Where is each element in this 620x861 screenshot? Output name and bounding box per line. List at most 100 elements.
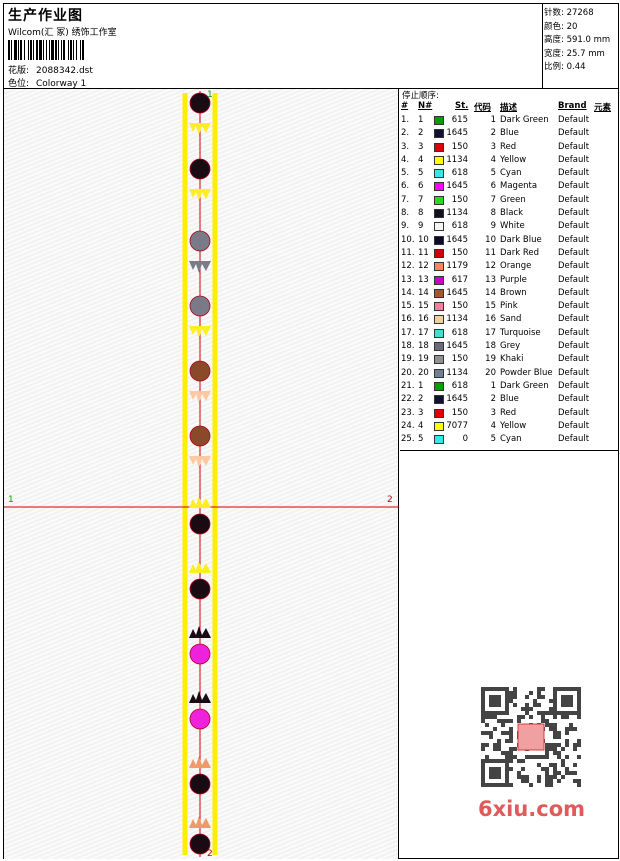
row-needle: 10 <box>418 234 429 245</box>
row-description: Red <box>500 141 517 152</box>
row-stitches: 617 <box>451 274 468 285</box>
row-description: Purple <box>500 274 527 285</box>
qr-module <box>481 743 485 747</box>
color-swatch <box>434 222 444 232</box>
pineapple-body <box>189 158 211 180</box>
qr-module <box>553 727 557 731</box>
spec-colors: 颜色: 20 <box>544 21 578 32</box>
qr-module <box>565 739 569 743</box>
qr-module <box>577 739 581 743</box>
barcode-bar <box>36 40 38 60</box>
colorway-line: 色位: Colorway 1 <box>8 76 86 89</box>
color-swatch <box>434 209 444 219</box>
colorway-value: Colorway 1 <box>36 79 87 89</box>
color-swatch <box>434 328 444 338</box>
row-stitches: 618 <box>451 168 468 179</box>
row-code: 7 <box>490 194 496 205</box>
row-description: Green <box>500 194 526 205</box>
row-stitches: 1134 <box>446 314 468 325</box>
row-brand: Default <box>558 407 590 418</box>
row-stitches: 150 <box>451 247 468 258</box>
pineapple-icon <box>189 691 211 730</box>
color-row: 24. 4 7077 4 Yellow Default <box>400 421 618 434</box>
qr-module <box>565 743 569 747</box>
qr-module <box>497 719 501 723</box>
qr-module <box>481 731 485 735</box>
qr-module <box>553 723 557 727</box>
row-code: 8 <box>490 208 496 219</box>
qr-module <box>577 743 581 747</box>
qr-module <box>541 715 545 719</box>
row-code: 19 <box>485 354 496 365</box>
qr-module <box>521 767 525 771</box>
barcode-bar <box>39 40 42 60</box>
row-brand: Default <box>558 181 590 192</box>
qr-module <box>545 767 549 771</box>
row-stitches: 615 <box>451 115 468 125</box>
colorway-label: 色位: <box>8 79 30 89</box>
qr-module <box>493 715 497 719</box>
row-needle: 4 <box>418 154 424 165</box>
row-brand: Default <box>558 301 590 312</box>
row-code: 3 <box>490 407 496 418</box>
pineapple-body <box>189 513 211 535</box>
col-element: 元素 <box>594 103 612 113</box>
qr-module <box>501 719 505 723</box>
pineapple-body <box>189 230 211 252</box>
row-description: Turquoise <box>500 327 541 338</box>
qr-module <box>549 711 553 715</box>
qr-module <box>577 783 581 787</box>
qr-module <box>525 775 529 779</box>
qr-module <box>565 715 569 719</box>
spec-width: 宽度: 25.7 mm <box>544 48 605 59</box>
color-row: 14. 14 1645 14 Brown Default <box>400 288 618 301</box>
qr-module <box>549 775 553 779</box>
qr-module <box>553 735 557 739</box>
color-row: 7. 7 150 7 Green Default <box>400 195 618 208</box>
qr-module <box>509 695 513 699</box>
row-brand: Default <box>558 208 590 219</box>
row-index: 25. <box>401 434 415 445</box>
row-description: Khaki <box>500 354 524 365</box>
color-row: 11. 11 150 11 Dark Red Default <box>400 248 618 261</box>
row-brand: Default <box>558 261 590 272</box>
row-index: 8. <box>401 208 410 219</box>
qr-module <box>501 731 505 735</box>
barcode-bar <box>70 40 72 60</box>
barcode-bar <box>55 40 57 60</box>
qr-module <box>549 763 553 767</box>
row-index: 10. <box>401 234 415 245</box>
qr-module <box>501 751 505 755</box>
qr-module <box>565 731 569 735</box>
qr-module <box>509 691 513 695</box>
color-row: 5. 5 618 5 Cyan Default <box>400 168 618 181</box>
pineapple-body <box>189 295 211 317</box>
qr-module <box>553 767 557 771</box>
row-brand: Default <box>558 247 590 258</box>
color-swatch <box>434 435 444 445</box>
color-swatch <box>434 195 444 205</box>
qr-module <box>529 755 533 759</box>
col-index: # <box>401 101 409 111</box>
color-row: 16. 16 1134 16 Sand Default <box>400 314 618 327</box>
row-index: 17. <box>401 327 415 338</box>
company-name: Wilcom(汇 冢) 绣饰工作室 <box>8 28 117 38</box>
row-stitches: 0 <box>462 434 468 445</box>
row-code: 13 <box>485 274 496 285</box>
qr-module <box>545 743 549 747</box>
qr-module <box>561 759 565 763</box>
row-needle: 1 <box>418 380 424 391</box>
row-index: 22. <box>401 394 415 405</box>
qr-module <box>573 771 577 775</box>
pineapple-icon <box>189 561 211 600</box>
qr-module <box>505 755 509 759</box>
col-brand: Brand <box>558 101 587 111</box>
qr-module <box>529 715 533 719</box>
row-needle: 11 <box>418 247 429 258</box>
row-description: Dark Blue <box>500 234 542 245</box>
qr-module <box>521 775 525 779</box>
production-sheet: 生产作业图 Wilcom(汇 冢) 绣饰工作室 花版: 2088342.dst 色… <box>3 3 619 859</box>
qr-module <box>557 743 561 747</box>
qr-module <box>481 719 485 723</box>
color-row: 4. 4 1134 4 Yellow Default <box>400 155 618 168</box>
